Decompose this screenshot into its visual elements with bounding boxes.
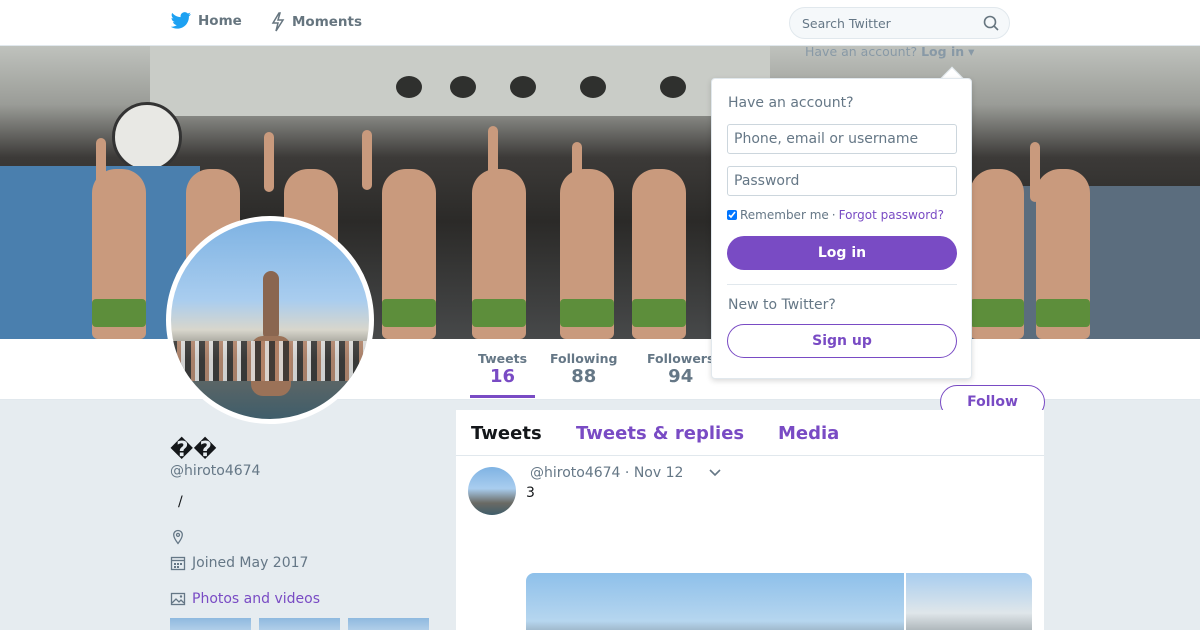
tweet-media-image[interactable] [526,573,904,630]
nav-home-label: Home [198,13,242,29]
dropdown-heading: Have an account? [728,95,854,111]
stat-followers[interactable]: Followers 94 [647,351,714,387]
stat-following[interactable]: Following 88 [550,351,617,387]
chevron-down-icon: ▾ [968,44,975,59]
divider [727,284,957,285]
stat-value: 88 [571,366,597,387]
remember-label: Remember me [740,208,829,222]
forgot-password-link[interactable]: Forgot password? [839,208,944,222]
nav-moments-label: Moments [292,14,363,30]
stat-label: Tweets [477,351,528,366]
calendar-icon [170,556,186,571]
location-pin-icon [173,529,183,545]
profile-location [170,529,186,545]
password-field[interactable] [727,166,957,196]
tweet-header: @hiroto4674 · Nov 12 [530,465,683,481]
nav-home[interactable]: Home [170,12,242,30]
stat-value: 16 [489,366,516,387]
login-prompt: Have an account? Log in ▾ [805,44,974,59]
stat-label: Followers [647,351,715,366]
photo-thumbnail[interactable] [348,618,429,630]
separator: · [831,208,836,222]
tab-media[interactable]: Media [778,423,839,444]
timeline: Tweets Tweets & replies Media @hiroto467… [456,410,1044,630]
stat-label: Following [550,351,618,366]
username-field[interactable] [727,124,957,154]
account-prompt: Have an account? [805,44,918,59]
profile-bio: / [178,494,183,510]
signup-button[interactable]: Sign up [727,324,957,358]
login-button[interactable]: Log in [727,236,957,270]
top-navigation-bar: Home Moments [0,0,1200,46]
timeline-tabs: Tweets Tweets & replies Media [456,410,1044,456]
photos-and-videos-link[interactable]: Photos and videos [170,591,320,607]
tweet-date[interactable]: · Nov 12 [625,465,684,481]
search-icon[interactable] [983,15,999,31]
tab-tweets[interactable]: Tweets [471,423,542,444]
stat-tweets[interactable]: Tweets 16 [470,351,535,398]
photo-thumbnail[interactable] [259,618,340,630]
tweet-handle[interactable]: @hiroto4674 [530,465,620,481]
photos-label: Photos and videos [192,591,321,607]
search-box[interactable] [789,7,1010,39]
new-to-twitter-heading: New to Twitter? [728,297,836,313]
nav-moments[interactable]: Moments [270,12,362,32]
stat-value: 94 [668,366,694,387]
tweet-avatar[interactable] [468,467,516,515]
login-link[interactable]: Log in [921,44,964,59]
twitter-bird-icon [170,12,191,29]
profile-joined: Joined May 2017 [170,555,308,571]
joined-text: Joined May 2017 [192,555,309,571]
tab-tweets-and-replies[interactable]: Tweets & replies [576,423,744,444]
profile-handle[interactable]: @hiroto4674 [170,463,260,479]
banner-clock [112,102,182,172]
remember-checkbox[interactable] [727,210,737,220]
profile-name: �� [170,437,217,461]
photo-thumbnail[interactable] [170,618,251,630]
profile-avatar[interactable] [166,216,374,424]
search-input[interactable] [790,8,980,38]
chevron-down-icon[interactable] [708,468,722,478]
remember-row: Remember me · Forgot password? [727,208,944,222]
tweet-text: 3 [526,485,535,501]
login-dropdown: Have an account? Remember me · Forgot pa… [711,78,972,379]
tweet-media-image[interactable] [906,573,1032,630]
lightning-icon [271,12,285,32]
image-icon [170,592,186,606]
